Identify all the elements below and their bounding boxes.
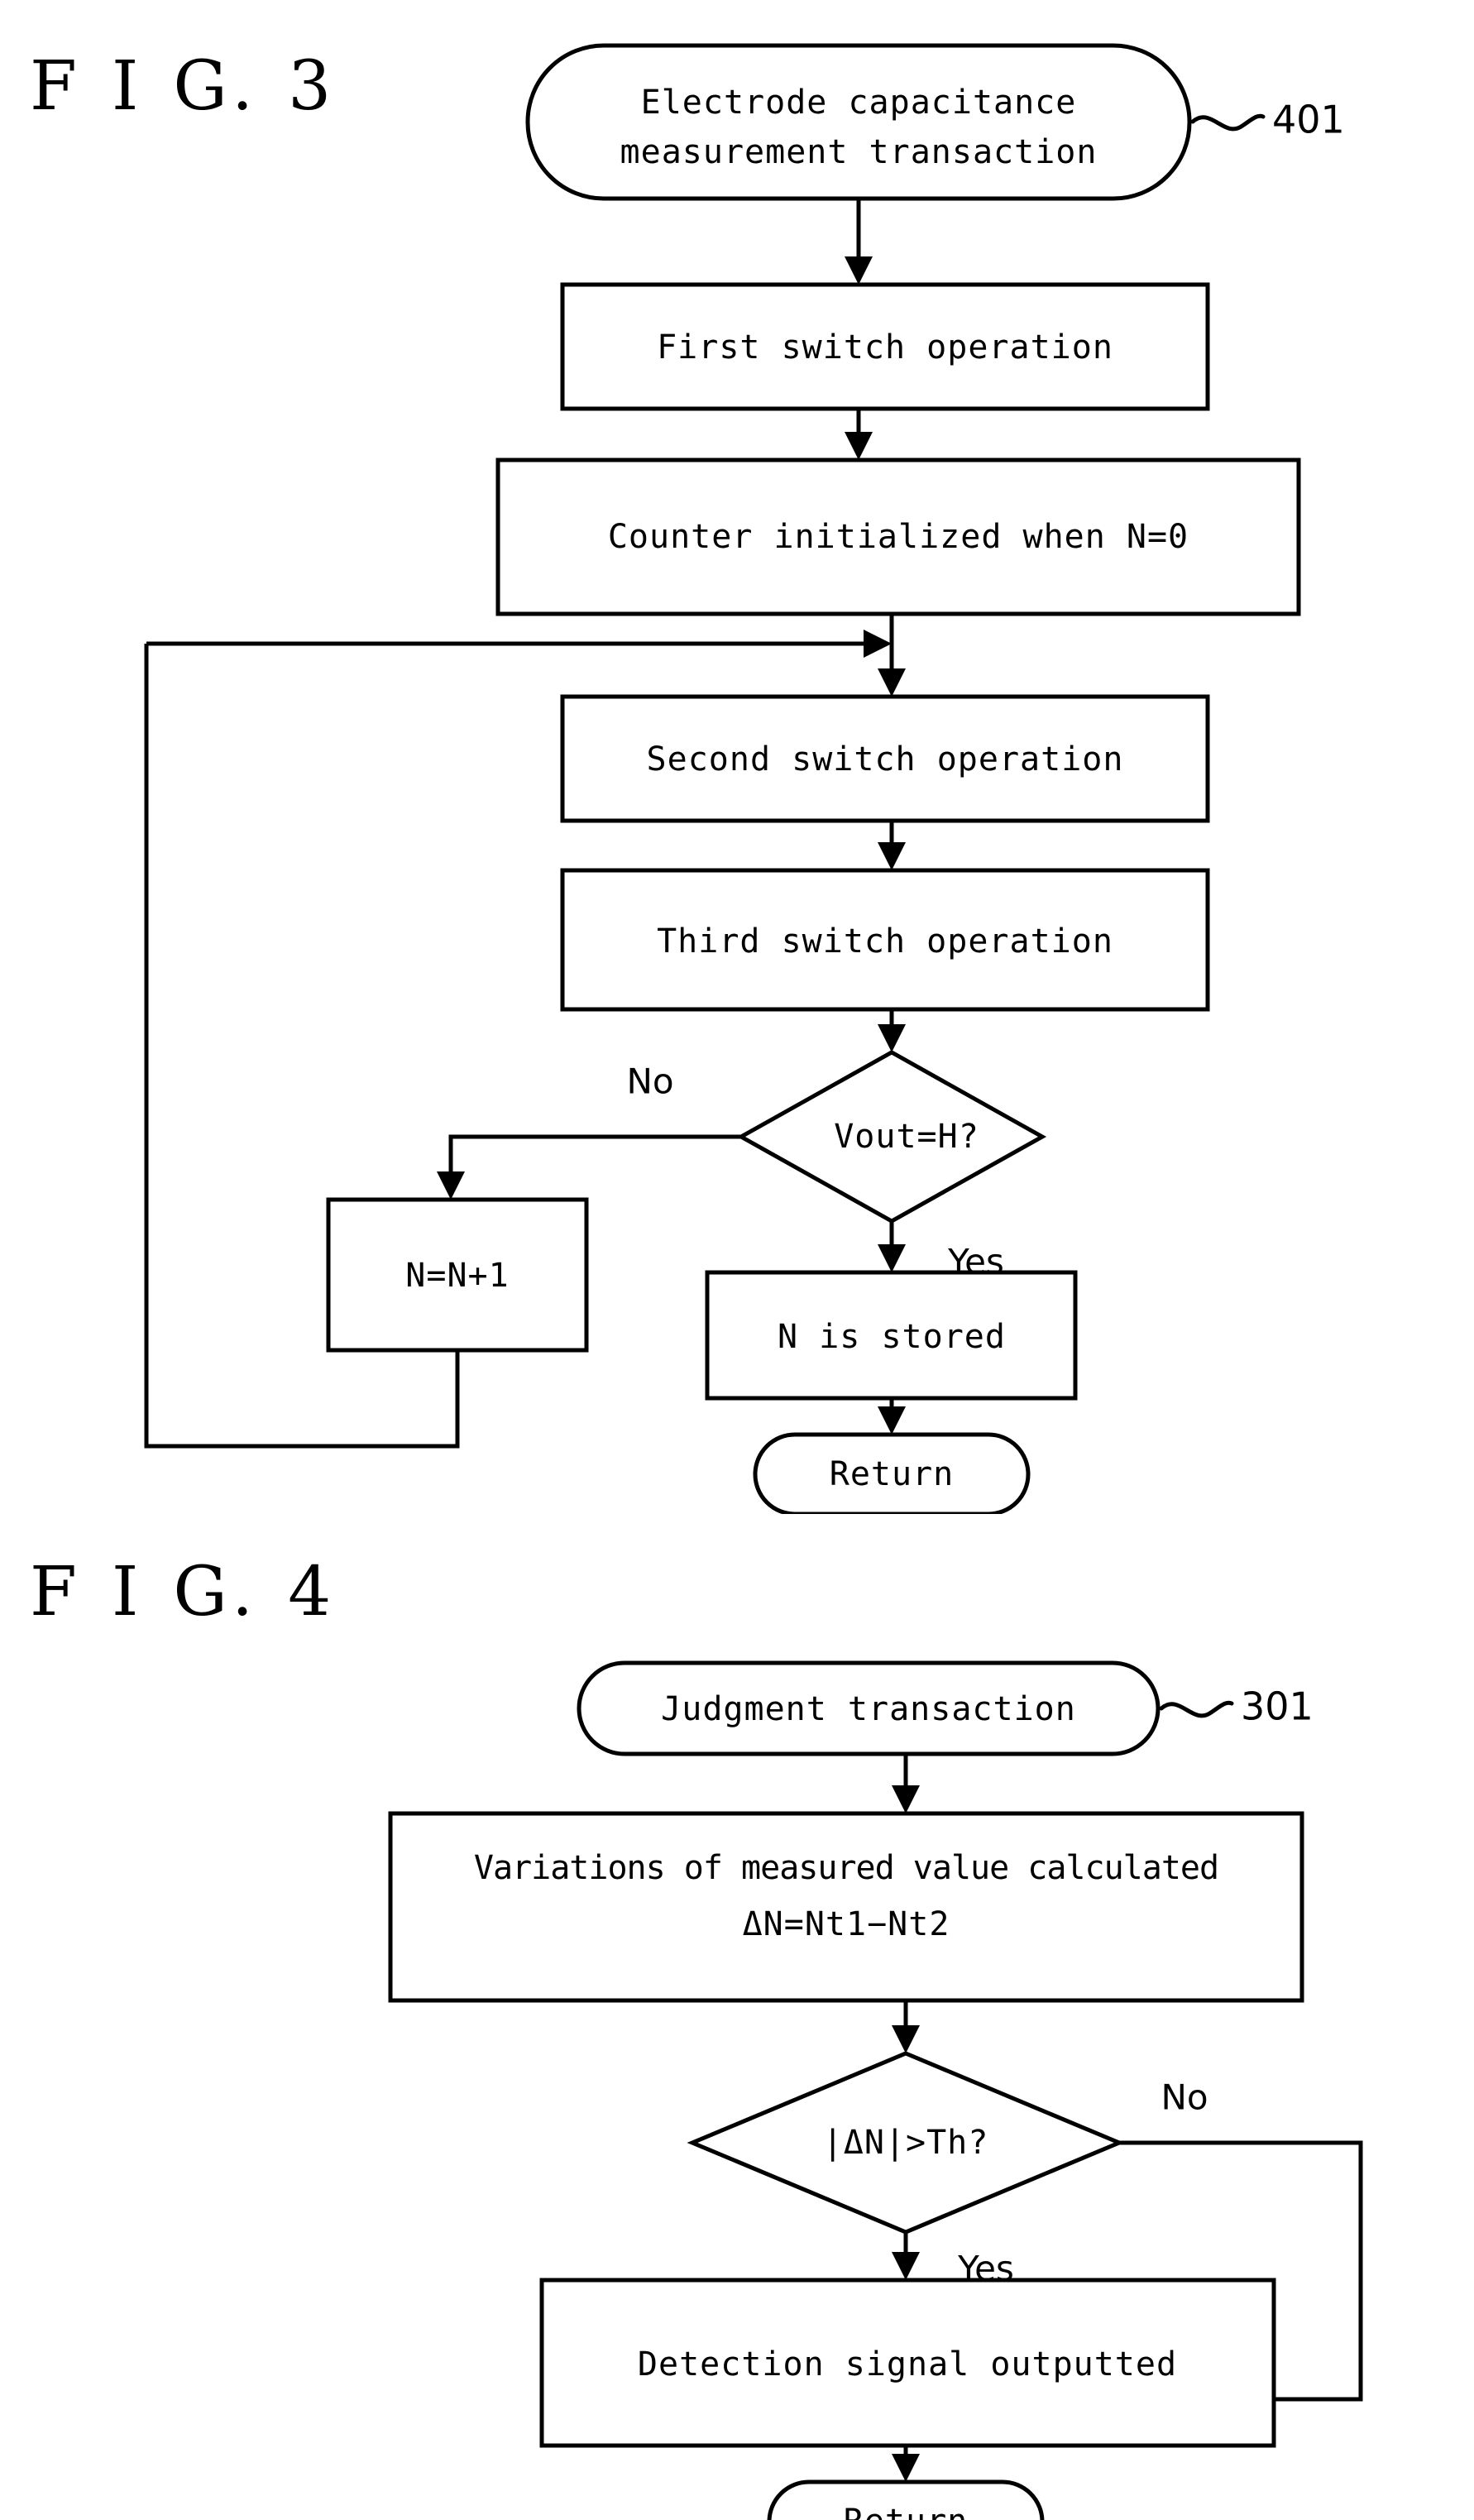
fig3-store-label: N is stored (778, 1318, 1006, 1356)
fig3-end-label: Return (830, 1455, 955, 1493)
fig4-arrowhead-step1 (892, 1785, 920, 1813)
fig3-connector-no-branch (448, 1134, 741, 1181)
figure-3-title: F I G. 3 (30, 47, 337, 126)
patent-drawing-sheet: F I G. 3 Electrode capacitance measureme… (0, 0, 1474, 2520)
fig3-step1-label: First switch operation (657, 328, 1113, 367)
fig4-reference-number: 301 (1241, 1684, 1314, 1729)
fig3-step4-label: Third switch operation (657, 922, 1113, 961)
fig3-arrowhead-end (878, 1406, 906, 1435)
fig3-step2-label: Counter initialized when N=0 (608, 518, 1189, 556)
fig3-start-label-line2: measurement transaction (620, 133, 1098, 171)
fig4-arrowhead-output (892, 2252, 920, 2280)
fig3-arrowhead-step4 (878, 842, 906, 870)
fig3-arrowhead-decision (878, 1024, 906, 1052)
fig4-end-label: Return (844, 2503, 969, 2520)
fig3-reference-number: 401 (1272, 98, 1345, 142)
fig3-start-label-line1: Electrode capacitance (641, 84, 1077, 122)
fig3-start-terminal (525, 43, 1192, 201)
figure-4-title: F I G. 4 (30, 1553, 337, 1631)
fig4-branch-label-no: No (1161, 2077, 1208, 2118)
fig3-arrowhead-step3 (878, 668, 906, 697)
figure-3: F I G. 3 Electrode capacitance measureme… (30, 43, 1345, 1514)
fig4-decision-label: |ΔN|>Th? (823, 2124, 989, 2162)
fig3-arrowhead-store (878, 1244, 906, 1272)
figure-4: F I G. 4 Judgment transaction 301 Variat… (30, 1553, 1363, 2520)
fig3-step3-label: Second switch operation (647, 740, 1124, 779)
fig4-reference-leader-icon (1159, 1700, 1234, 1718)
fig4-arrowhead-end (892, 2454, 920, 2482)
fig3-arrowhead-loopback (864, 630, 892, 658)
fig4-step1-label-line2: ΔN=Nt1−Nt2 (743, 1905, 950, 1943)
fig3-decision-label: Vout=H? (834, 1118, 979, 1156)
fig3-increment-label: N=N+1 (405, 1257, 509, 1295)
fig3-reference-leader-icon (1190, 113, 1266, 132)
fig3-arrowhead-step2 (845, 432, 873, 460)
fig3-arrowhead-increment (437, 1171, 465, 1200)
fig4-arrowhead-decision (892, 2025, 920, 2053)
fig3-arrowhead-step1 (845, 256, 873, 285)
fig4-start-label: Judgment transaction (661, 1690, 1076, 1728)
fig4-output-label: Detection signal outputted (638, 2345, 1177, 2383)
fig3-branch-label-no: No (626, 1061, 673, 1102)
fig4-step1-label-line1: Variations of measured value calculated (474, 1849, 1218, 1887)
